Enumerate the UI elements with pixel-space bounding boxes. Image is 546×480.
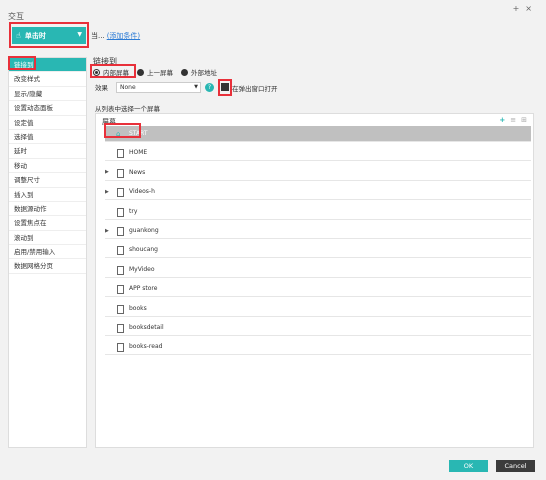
radio-label: 上一屏幕 xyxy=(147,69,173,77)
window-controls: + × xyxy=(513,4,532,13)
chevron-down-icon: ▼ xyxy=(194,84,198,90)
screen-panel: 屏幕 + ≡ ⊞ ⌂ START HOME ▶ News ▶ Videos-h try ▶ gua… xyxy=(95,113,534,448)
when-label: 当... xyxy=(91,32,105,40)
radio-icon xyxy=(137,68,144,76)
screen-label: MyVideo xyxy=(129,265,155,273)
sidebar-item[interactable]: 插入到 xyxy=(9,188,86,202)
page-icon xyxy=(116,343,124,353)
screen-row[interactable]: APP store xyxy=(105,281,531,298)
sidebar-item[interactable]: 设置焦点在 xyxy=(9,216,86,231)
screen-label: Videos-h xyxy=(129,188,155,196)
screen-label: shoucang xyxy=(129,246,158,254)
page-icon xyxy=(116,324,124,333)
action-sidebar: 链接到 改变样式 显示/隐藏 设置动态面板 设定值 选择值 延时 移动 调整尺寸 插入到 数据源动作… xyxy=(8,57,87,448)
screen-label: books xyxy=(129,304,147,312)
pin-icon[interactable]: + xyxy=(513,4,520,13)
page-icon xyxy=(116,246,124,256)
condition-row: 当... (添加条件) xyxy=(91,31,140,41)
sidebar-item[interactable]: 滚动到 xyxy=(9,231,86,246)
screen-row[interactable]: booksdetail xyxy=(105,320,531,336)
add-icon[interactable]: + xyxy=(499,116,505,124)
expand-arrow-icon[interactable]: ▶ xyxy=(105,189,113,195)
screen-label: books-read xyxy=(129,343,163,351)
highlight-start-screen xyxy=(104,123,141,138)
screen-row[interactable]: shoucang xyxy=(105,242,531,259)
sidebar-item[interactable]: 数据源动作 xyxy=(9,202,86,217)
sidebar-item[interactable]: 改变样式 xyxy=(9,72,86,87)
page-icon xyxy=(116,304,124,314)
screen-row[interactable]: try xyxy=(105,204,531,220)
cancel-button[interactable]: Cancel xyxy=(496,460,535,472)
ok-button[interactable]: OK xyxy=(449,460,488,472)
highlight-trigger xyxy=(9,22,89,48)
page-icon xyxy=(116,188,124,198)
page-icon xyxy=(116,149,124,159)
screen-label: HOME xyxy=(129,149,148,157)
screen-label: guankong xyxy=(129,227,159,234)
expand-arrow-icon[interactable]: ▶ xyxy=(105,169,113,175)
page-icon xyxy=(116,285,124,295)
screen-row[interactable]: MyVideo xyxy=(105,262,531,278)
highlight-popup-checkbox xyxy=(218,79,232,96)
close-icon[interactable]: × xyxy=(525,4,532,13)
effect-value: None xyxy=(120,84,136,91)
screen-row[interactable]: ▶ News xyxy=(105,165,531,181)
highlight-sidebar-link xyxy=(8,56,36,70)
sidebar-item[interactable]: 数据网格分页 xyxy=(9,259,86,274)
screen-row[interactable]: ▶ guankong xyxy=(105,223,531,239)
screen-label: try xyxy=(129,207,138,215)
radio-label: 外部地址 xyxy=(191,69,217,77)
screen-label: APP store xyxy=(129,285,158,293)
screen-label: booksdetail xyxy=(129,324,164,331)
screen-row[interactable]: books-read xyxy=(105,339,531,356)
radio-external-url[interactable]: 外部地址 xyxy=(181,67,217,77)
interaction-dialog: 交互 + × ☝ 单击时 ▼ 当... (添加条件) 链接到 改变样式 显示/隐藏设… xyxy=(0,0,546,480)
page-icon xyxy=(116,207,124,217)
add-condition-link[interactable]: (添加条件) xyxy=(107,31,140,41)
sidebar-item[interactable]: 显示/隐藏 xyxy=(9,87,86,102)
screen-panel-tools: + ≡ ⊞ xyxy=(499,116,527,124)
dialog-title: 交互 xyxy=(8,12,24,21)
screen-label: News xyxy=(129,168,146,176)
page-icon xyxy=(116,265,124,275)
grid-icon[interactable]: ⊞ xyxy=(521,116,527,124)
list-icon[interactable]: ≡ xyxy=(510,116,516,124)
radio-icon xyxy=(181,68,188,76)
sidebar-item[interactable]: 延时 xyxy=(9,144,86,159)
highlight-internal-screen xyxy=(90,64,136,78)
screen-row[interactable]: ▶ Videos-h xyxy=(105,184,531,201)
sidebar-item[interactable]: 启用/禁用输入 xyxy=(9,245,86,260)
screen-list-title: 从列表中选择一个屏幕 xyxy=(95,105,160,113)
page-icon xyxy=(116,168,124,178)
sidebar-item[interactable]: 选择值 xyxy=(9,130,86,145)
sidebar-item[interactable]: 设定值 xyxy=(9,116,86,130)
effect-label: 效果 xyxy=(95,84,108,92)
screen-row[interactable]: ⌂ START xyxy=(105,126,531,142)
screen-row[interactable]: HOME xyxy=(105,145,531,162)
page-icon xyxy=(116,227,124,236)
expand-arrow-icon[interactable]: ▶ xyxy=(105,228,113,234)
help-icon[interactable]: ? xyxy=(205,83,214,92)
radio-previous-screen[interactable]: 上一屏幕 xyxy=(137,67,173,77)
open-in-popup-label: 在弹出窗口打开 xyxy=(232,85,278,93)
effect-select[interactable]: None ▼ xyxy=(116,82,201,93)
screen-row[interactable]: books xyxy=(105,301,531,317)
sidebar-item[interactable]: 设置动态面板 xyxy=(9,101,86,116)
sidebar-item[interactable]: 移动 xyxy=(9,159,86,174)
sidebar-item[interactable]: 调整尺寸 xyxy=(9,173,86,188)
